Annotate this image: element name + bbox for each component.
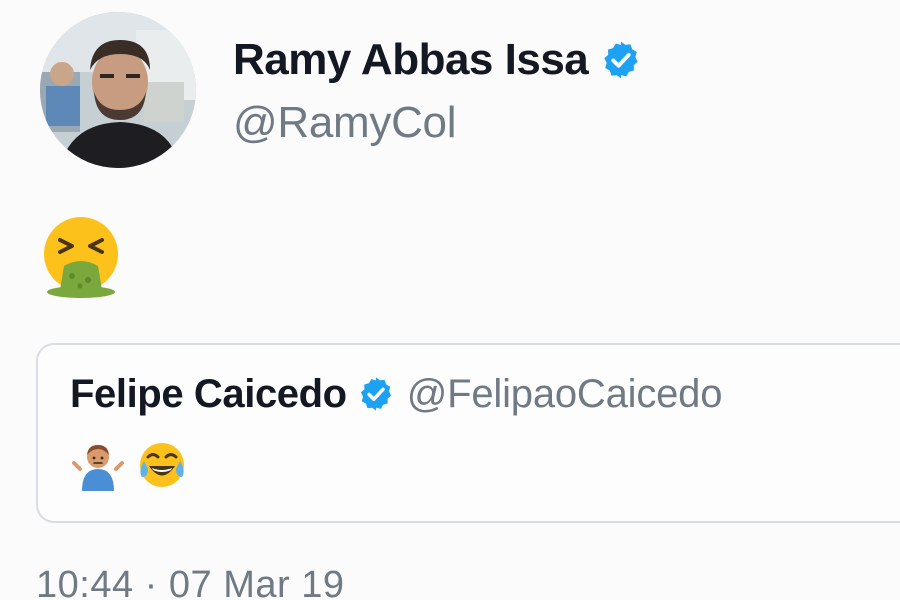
quoted-tweet-card[interactable]: Felipe Caicedo @FelipaoCaicedo xyxy=(36,343,900,523)
quoted-display-name[interactable]: Felipe Caicedo xyxy=(70,372,347,417)
tweet-timestamp[interactable]: 10:44 · 07 Mar 19 xyxy=(36,564,344,600)
quoted-handle[interactable]: @FelipaoCaicedo xyxy=(407,372,723,417)
quoted-emojis xyxy=(72,439,188,491)
quoted-author-row: Felipe Caicedo @FelipaoCaicedo xyxy=(70,369,722,419)
author-name-row: Ramy Abbas Issa xyxy=(233,30,642,90)
avatar[interactable] xyxy=(40,12,196,168)
verified-badge-icon xyxy=(604,41,638,79)
person-shrugging-emoji xyxy=(72,445,124,491)
face-vomiting-emoji xyxy=(44,217,118,298)
face-with-tears-of-joy-emoji xyxy=(140,443,184,487)
profile-photo xyxy=(40,12,196,168)
tweet-screenshot: Ramy Abbas Issa @RamyCol Felipe Caicedo … xyxy=(0,0,900,600)
author-display-name[interactable]: Ramy Abbas Issa xyxy=(233,35,589,85)
author-handle[interactable]: @RamyCol xyxy=(233,98,456,148)
verified-badge-icon xyxy=(360,377,391,411)
